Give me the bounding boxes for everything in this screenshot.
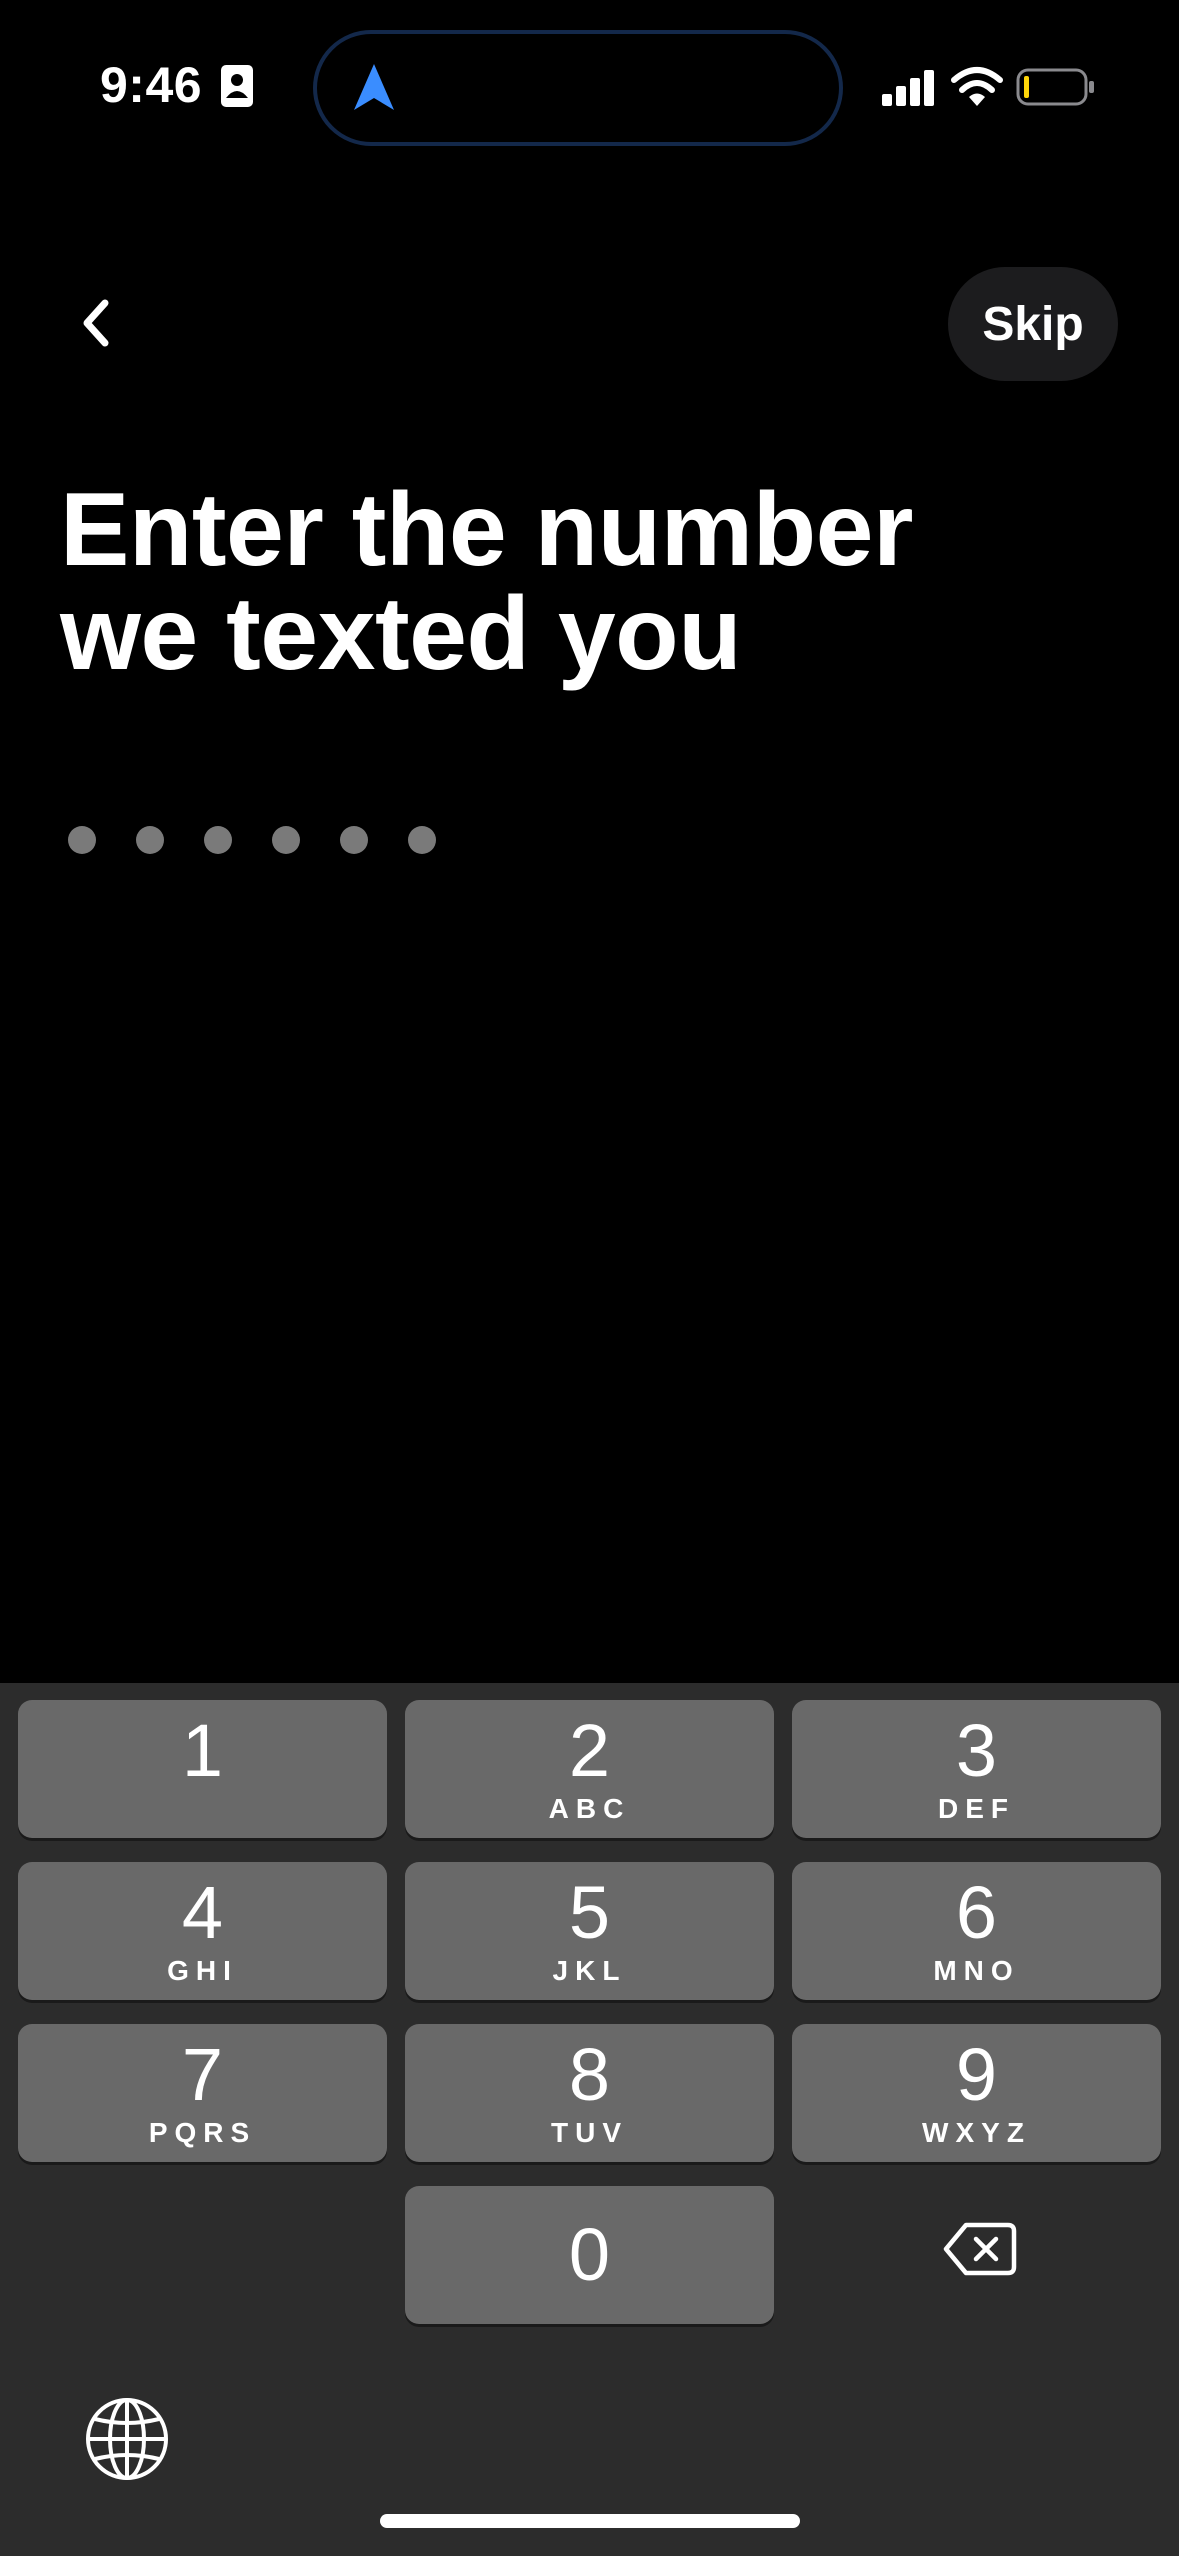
navigation-arrow-icon [348, 60, 400, 116]
page-title-line-2: we texted you [60, 576, 742, 692]
key-digit-label: 1 [181, 1709, 224, 1792]
code-digit-placeholder [408, 826, 436, 854]
key-letters-label: MNO [933, 1955, 1020, 1986]
key-letters-label: GHI [167, 1955, 238, 1986]
key-digit-label: 2 [568, 1709, 611, 1792]
back-button[interactable] [60, 285, 130, 365]
key-digit-label: 9 [955, 2033, 998, 2116]
key-5[interactable]: 5 JKL [405, 1862, 774, 2000]
page-title: Enter the number we texted you [60, 478, 1120, 686]
key-3[interactable]: 3 DEF [792, 1700, 1161, 1838]
key-2[interactable]: 2 ABC [405, 1700, 774, 1838]
globe-button[interactable] [82, 2394, 172, 2484]
backspace-button[interactable] [930, 2213, 1030, 2289]
key-digit-label: 3 [955, 1709, 998, 1792]
status-time: 9:46 [100, 57, 203, 113]
key-digit-label: 7 [181, 2033, 224, 2116]
page-title-line-1: Enter the number [60, 472, 914, 588]
cellular-signal-icon [880, 68, 938, 106]
contact-card-icon [220, 64, 254, 108]
chevron-left-icon [75, 293, 115, 358]
skip-button[interactable]: Skip [948, 267, 1118, 381]
backspace-icon [942, 2219, 1018, 2284]
globe-icon [82, 2398, 172, 2488]
key-0[interactable]: 0 [405, 2186, 774, 2324]
key-9[interactable]: 9 WXYZ [792, 2024, 1161, 2162]
key-digit-label: 8 [568, 2033, 611, 2116]
key-digit-label: 0 [568, 2213, 611, 2296]
key-digit-label: 6 [955, 1871, 998, 1954]
key-7[interactable]: 7 PQRS [18, 2024, 387, 2162]
key-digit-label: 5 [568, 1871, 611, 1954]
wifi-icon [950, 64, 1004, 108]
key-letters-label: TUV [551, 2117, 628, 2148]
key-letters-label: WXYZ [922, 2117, 1031, 2148]
key-digit-label: 4 [181, 1871, 224, 1954]
key-letters-label: DEF [938, 1793, 1015, 1824]
key-letters-label: PQRS [148, 2117, 257, 2148]
code-digit-placeholder [204, 826, 232, 854]
code-digit-placeholder [272, 826, 300, 854]
key-letters-label: ABC [548, 1793, 631, 1824]
battery-icon [1016, 67, 1096, 107]
code-digit-placeholder [340, 826, 368, 854]
code-digit-placeholder [136, 826, 164, 854]
key-6[interactable]: 6 MNO [792, 1862, 1161, 2000]
screen: { "status_bar": { "time": "9:46", "icons… [0, 0, 1179, 2556]
key-1[interactable]: 1 [18, 1700, 387, 1838]
key-letters-label: JKL [552, 1955, 627, 1986]
home-indicator[interactable] [380, 2514, 800, 2528]
key-8[interactable]: 8 TUV [405, 2024, 774, 2162]
code-digit-placeholder [68, 826, 96, 854]
key-4[interactable]: 4 GHI [18, 1862, 387, 2000]
verification-code-input[interactable] [68, 826, 476, 856]
